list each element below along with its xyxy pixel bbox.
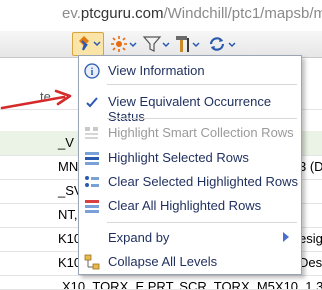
row-cell: MN [58,159,79,174]
menu-item-label: Highlight Selected Rows [108,150,249,165]
menu-item-label: View Information [108,63,205,78]
actions-dropdown-menu: i View Information View Equivalent Occur… [78,55,302,275]
actions-menu-button[interactable] [72,32,104,56]
menu-item-clear-selected-highlighted-rows[interactable]: Clear Selected Highlighted Rows [79,171,301,193]
address-bar[interactable]: ev.ptcguru.com/Windchill/ptc1/mapsb/ma [0,0,322,30]
menu-item-label: Highlight Smart Collection Rows [108,125,294,140]
refresh-button[interactable] [207,34,239,54]
row-cell: 3 (Des [299,159,322,174]
menu-separator [107,118,297,119]
menu-item-view-equivalent-occurrence-status[interactable]: View Equivalent Occurrence Status [79,91,301,124]
menu-item-highlight-smart-collection-rows: Highlight Smart Collection Rows [79,122,301,144]
row-cell: NT, [58,207,78,222]
clear-all-highlighted-icon [83,197,101,215]
url-dim-prefix: ev. [62,5,81,22]
menu-item-clear-all-highlighted-rows[interactable]: Clear All Highlighted Rows [79,195,301,217]
actions-icon [79,36,101,51]
filter-icon [142,36,170,52]
url-path: /Windchill/ptc1/mapsb/ma [163,5,322,22]
menu-separator [107,84,297,85]
sunburst-icon [111,36,137,52]
highlight-smart-collection-icon [83,124,101,142]
menu-item-label: Clear Selected Highlighted Rows [108,174,299,189]
tools-button[interactable] [173,34,203,54]
menu-item-label: Collapse All Levels [108,254,218,269]
menu-item-view-information[interactable]: i View Information [79,60,301,82]
collapse-all-levels-icon [83,253,101,271]
row-cell: esign [299,231,322,246]
url-domain: ptcguru.com [80,5,164,22]
menu-item-expand-by[interactable]: Expand by [79,227,301,249]
menu-item-label: Expand by [108,230,170,245]
sunburst-button[interactable] [110,34,140,54]
tools-icon [176,36,200,52]
menu-item-collapse-all-levels[interactable]: Collapse All Levels [79,251,301,273]
url-text[interactable]: ev.ptcguru.com/Windchill/ptc1/mapsb/ma [62,5,322,22]
svg-text:i: i [91,67,94,78]
info-icon: i [83,62,101,80]
annotation-arrow-icon [0,89,72,110]
refresh-icon [209,37,236,51]
menu-item-label: Clear All Highlighted Rows [108,198,262,213]
row-cell: _V [58,135,74,150]
filter-button[interactable] [142,34,172,54]
row-cell: Desig [299,255,322,270]
checkmark-icon [83,93,101,111]
table-toolbar [0,31,322,58]
menu-item-highlight-selected-rows[interactable]: Highlight Selected Rows [79,147,301,169]
menu-item-label: View Equivalent Occurrence Status [108,94,272,124]
submenu-arrow-icon [283,232,289,242]
menu-separator [107,222,297,223]
clear-selected-highlighted-icon [83,173,101,191]
highlight-selected-rows-icon [83,149,101,167]
